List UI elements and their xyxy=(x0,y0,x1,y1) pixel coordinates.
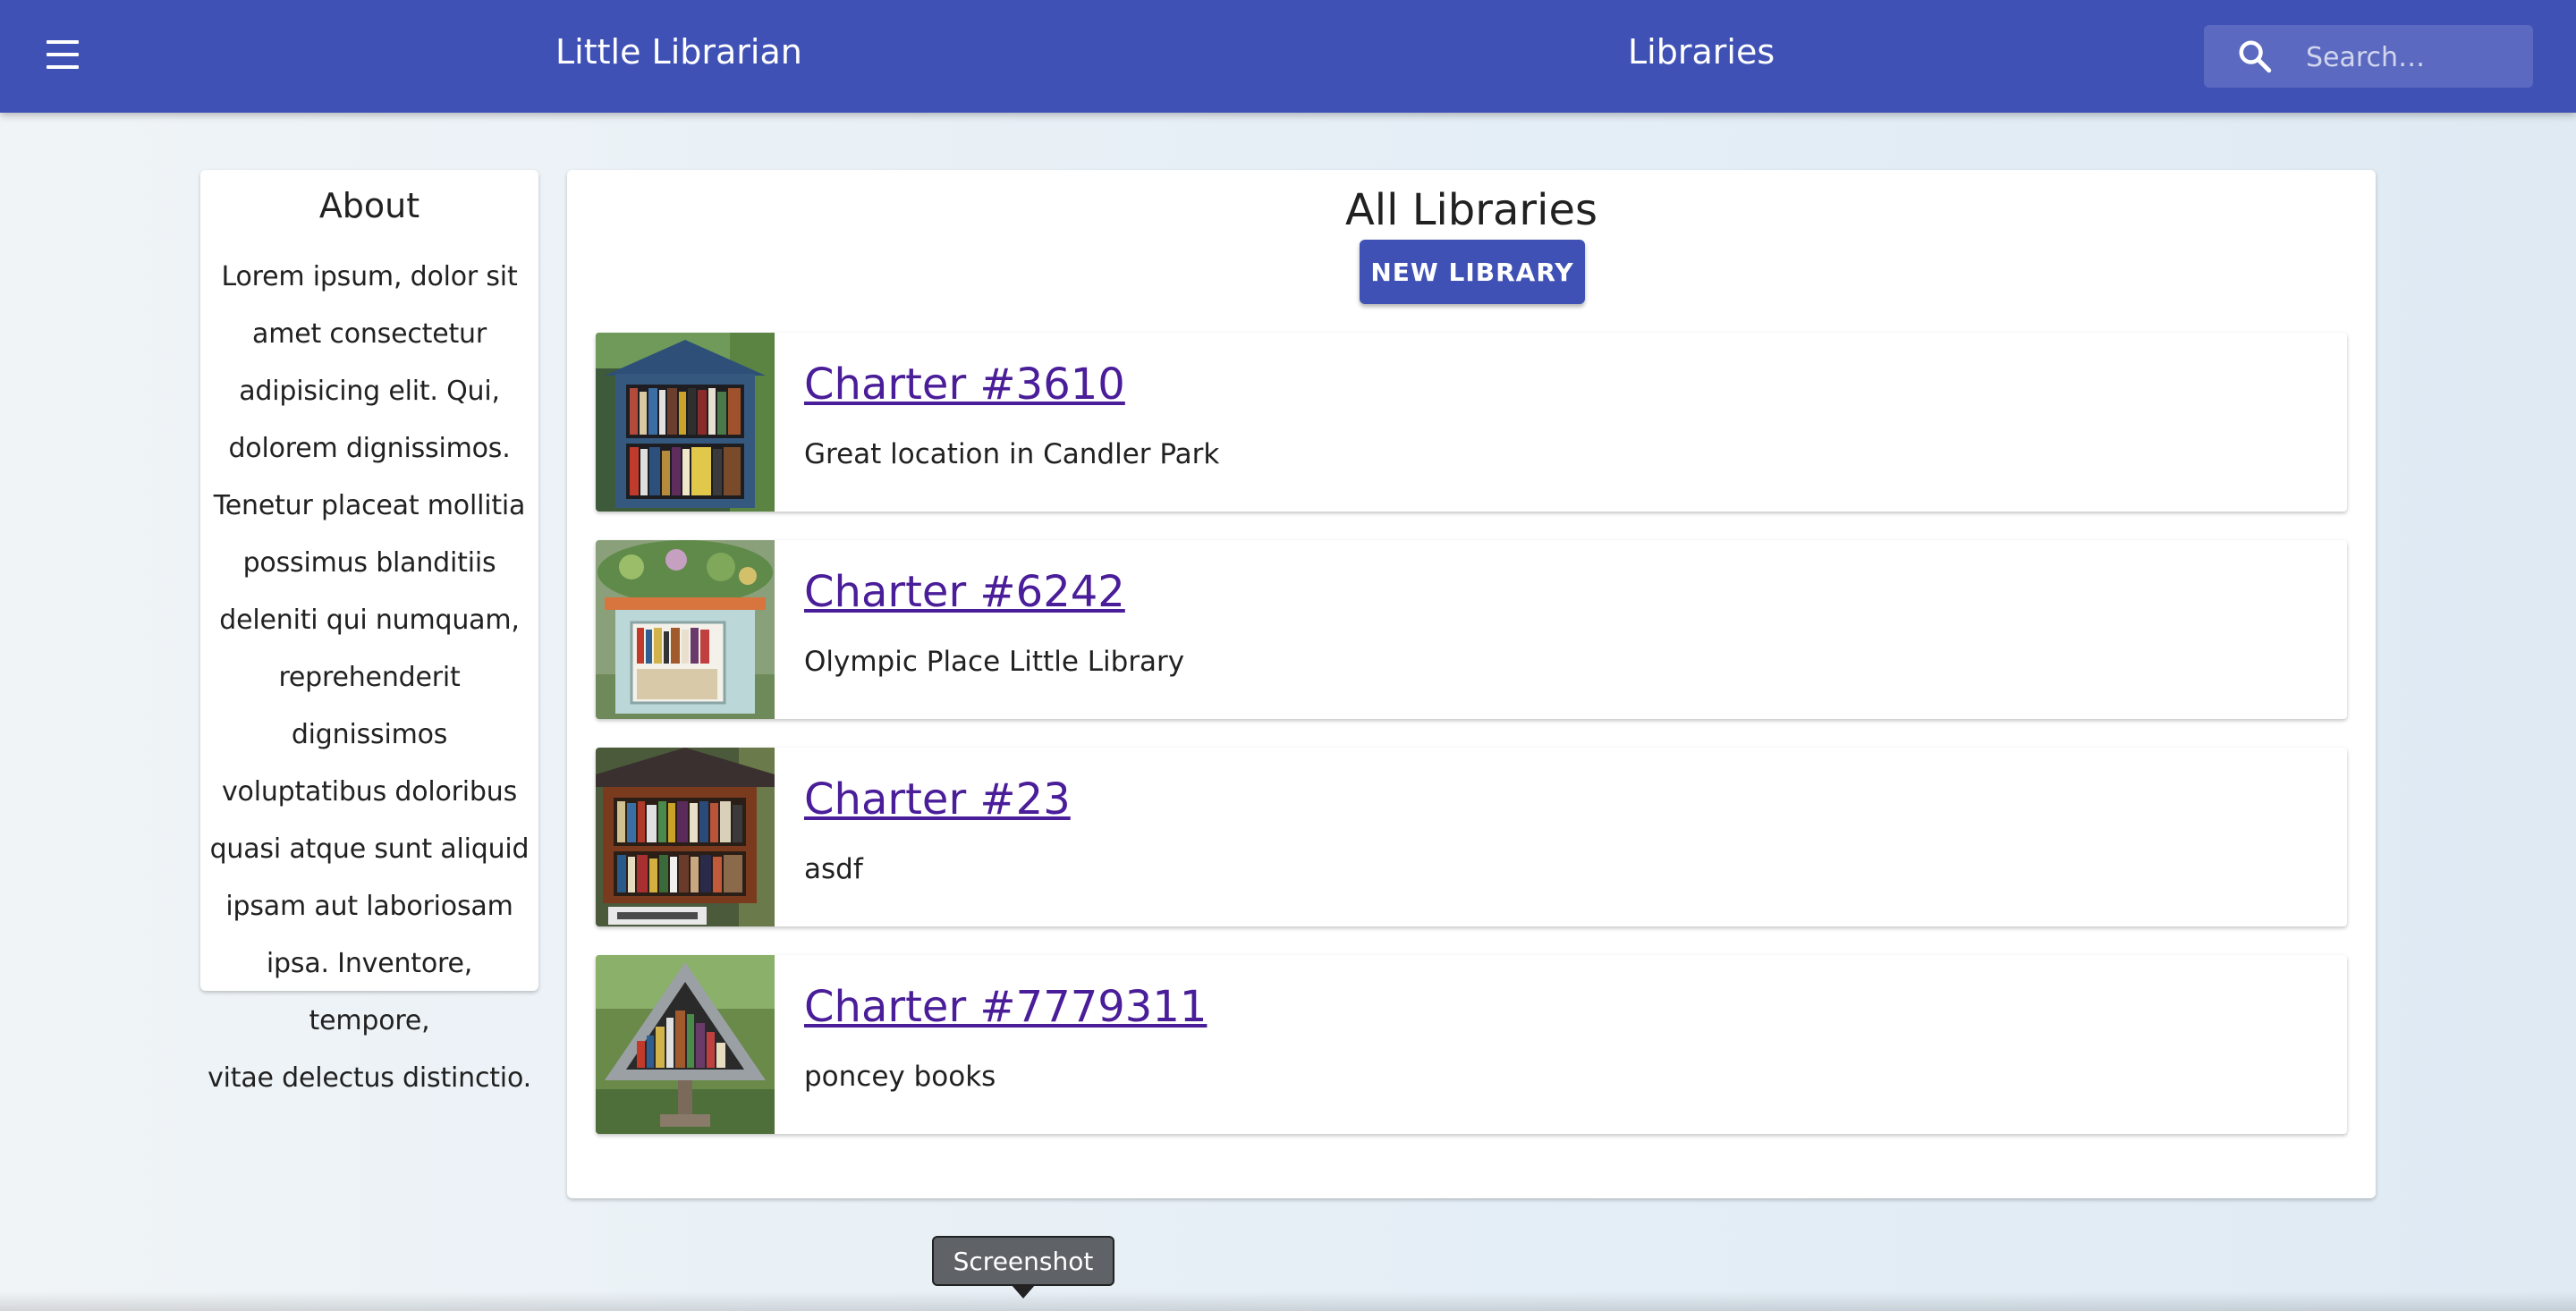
about-line: possimus blanditiis xyxy=(242,547,496,579)
library-description: Great location in Candler Park xyxy=(804,438,1220,470)
search-input[interactable] xyxy=(2304,25,2522,89)
library-link[interactable]: Charter #6242 xyxy=(804,567,1125,617)
app-title[interactable]: Little Librarian xyxy=(555,32,802,72)
libraries-card: All Libraries NEW LIBRARY Charter #3610 … xyxy=(567,170,2376,1198)
library-link[interactable]: Charter #7779311 xyxy=(804,982,1207,1032)
about-text: Lorem ipsum, dolor sit amet consectetur … xyxy=(200,249,538,1107)
library-photo xyxy=(596,748,775,926)
about-line: amet consectetur xyxy=(252,318,487,350)
library-list-item[interactable]: Charter #3610 Great location in Candler … xyxy=(596,333,2347,512)
library-photo xyxy=(596,333,775,512)
about-line: quasi atque sunt aliquid xyxy=(209,833,530,865)
library-photo xyxy=(596,540,775,719)
about-line: vitae delectus distinctio. xyxy=(208,1062,531,1094)
library-list-item[interactable]: Charter #6242 Olympic Place Little Libra… xyxy=(596,540,2347,719)
search-icon xyxy=(2239,40,2272,73)
about-line: Lorem ipsum, dolor sit xyxy=(221,261,518,292)
library-list-item[interactable]: Charter #23 asdf xyxy=(596,748,2347,926)
app-bar: Little Librarian Libraries xyxy=(0,0,2576,113)
library-photo xyxy=(596,955,775,1134)
window-bottom-edge xyxy=(0,1291,2576,1311)
search-box[interactable] xyxy=(2204,25,2533,89)
library-link[interactable]: Charter #23 xyxy=(804,774,1071,825)
about-line: ipsa. Inventore, tempore, xyxy=(266,948,473,1036)
about-line: deleniti qui numquam, xyxy=(219,605,520,636)
about-line: dolorem dignissimos. xyxy=(228,433,511,464)
library-description: asdf xyxy=(804,853,863,885)
library-list-item[interactable]: Charter #7779311 poncey books xyxy=(596,955,2347,1134)
page-heading: Libraries xyxy=(1628,32,1775,72)
page-title: All Libraries xyxy=(1344,185,1598,235)
about-line: adipisicing elit. Qui, xyxy=(239,376,500,407)
about-line: Tenetur placeat mollitia xyxy=(213,490,526,521)
screenshot-tooltip: Screenshot xyxy=(932,1236,1114,1286)
new-library-button[interactable]: NEW LIBRARY xyxy=(1360,240,1585,304)
about-line: voluptatibus doloribus xyxy=(221,776,517,808)
library-description: Olympic Place Little Library xyxy=(804,646,1185,678)
about-line: reprehenderit dignissimos xyxy=(278,662,461,750)
about-title: About xyxy=(318,186,420,225)
about-line: ipsam aut laboriosam xyxy=(225,891,513,922)
library-link[interactable]: Charter #3610 xyxy=(804,359,1125,410)
hamburger-menu-icon[interactable] xyxy=(45,40,80,72)
about-card: About Lorem ipsum, dolor sit amet consec… xyxy=(200,170,538,1094)
library-description: poncey books xyxy=(804,1061,996,1093)
